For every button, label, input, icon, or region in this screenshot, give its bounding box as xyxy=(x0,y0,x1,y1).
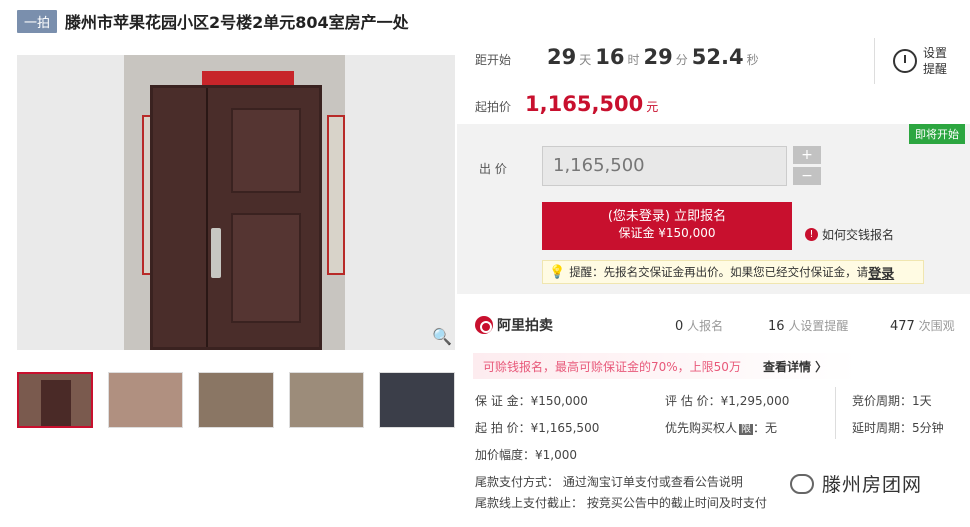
lightbulb-icon: 💡 xyxy=(549,264,566,280)
login-tip-text: 提醒：先报名交保证金再出价。如果您已经交付保证金，请 xyxy=(569,265,869,279)
photo-door-panel-top xyxy=(231,108,301,193)
priority-buyer-info: 优先购买权人限：无 xyxy=(665,419,777,436)
signup-count-label: 人报名 xyxy=(687,318,724,333)
login-tip: 💡 提醒：先报名交保证金再出价。如果您已经交付保证金，请 登录 xyxy=(542,260,924,284)
countdown-label: 距开始 xyxy=(475,53,512,67)
wechat-icon xyxy=(790,473,814,494)
main-photo[interactable]: 🔍 xyxy=(17,55,455,350)
thumbnail-5[interactable] xyxy=(379,372,456,428)
reminder-count-value: 16 xyxy=(768,318,785,334)
ali-auction-logo-text: 阿里拍卖 xyxy=(497,318,553,334)
signup-count: 0 人报名 xyxy=(675,317,723,334)
countdown-seconds: 52.4 xyxy=(691,45,744,69)
status-badge: 即将开始 xyxy=(909,124,965,144)
start-price-unit: 元 xyxy=(646,100,659,114)
restricted-badge: 限 xyxy=(739,424,754,435)
auction-stats: 阿里拍卖 0 人报名 16 人设置提醒 477 次围观 xyxy=(475,312,965,338)
photo-door-panel-bottom xyxy=(231,213,301,323)
thumbnail-strip xyxy=(17,372,456,428)
view-count-value: 477 xyxy=(890,318,915,334)
login-link[interactable]: 登录 xyxy=(868,263,894,282)
increment-info: 加价幅度：¥1,000 xyxy=(475,448,577,462)
start-price-label: 起拍价 xyxy=(475,100,512,114)
bid-panel: 即将开始 出 价 1,165,500 + − (您未登录) 立即报名 保证金 ¥… xyxy=(457,124,970,294)
reminder-count-label: 人设置提醒 xyxy=(788,318,849,333)
photo-door xyxy=(150,85,322,350)
countdown-seconds-unit: 秒 xyxy=(746,53,759,67)
set-reminder-button[interactable]: 设置 提醒 xyxy=(874,38,970,84)
ali-auction-logo: 阿里拍卖 xyxy=(475,315,553,335)
signup-button-label: (您未登录) 立即报名 xyxy=(607,209,727,224)
bid-label: 出 价 xyxy=(479,162,507,176)
signup-button[interactable]: (您未登录) 立即报名 保证金 ¥150,000 xyxy=(542,202,792,250)
photo-door-left-leaf xyxy=(153,88,208,347)
start-price-value: 1,165,500 xyxy=(525,92,644,116)
thumbnail-4[interactable] xyxy=(288,372,365,428)
credit-promo-banner: 可赊钱报名，最高可赊保证金的70%，上限50万 查看详情 〉 xyxy=(473,353,858,379)
start-price-info: 起 拍 价：¥1,165,500 xyxy=(475,421,600,435)
countdown-hours: 16 xyxy=(595,45,625,69)
countdown-minutes-unit: 分 xyxy=(675,53,688,67)
reminder-count: 16 人设置提醒 xyxy=(768,317,848,334)
thumbnail-1[interactable] xyxy=(17,372,93,428)
photo-door-handle xyxy=(211,228,221,278)
bid-increase-button[interactable]: + xyxy=(793,146,821,164)
signup-deposit-label: 保证金 ¥150,000 xyxy=(618,226,716,240)
auction-round-tag: 一拍 xyxy=(17,9,58,33)
bid-decrease-button[interactable]: − xyxy=(793,167,821,185)
countdown: 距开始 29 天 16 时 29 分 52.4 秒 xyxy=(475,45,759,69)
view-count: 477 次围观 xyxy=(890,317,955,334)
zoom-icon[interactable]: 🔍 xyxy=(431,326,453,348)
thumbnail-1-door xyxy=(41,380,71,426)
credit-promo-text: 可赊钱报名，最高可赊保证金的70%，上限50万 xyxy=(483,359,741,374)
bid-amount-input[interactable]: 1,165,500 xyxy=(542,146,787,186)
watermark-text: 滕州房团网 xyxy=(822,474,923,496)
set-reminder-line1: 设置 xyxy=(923,46,948,60)
page-title: 滕州市苹果花园小区2号楼2单元804室房产一处 xyxy=(65,13,409,32)
payment-method-info: 尾款支付方式： 通过淘宝订单支付或查看公告说明 xyxy=(475,475,743,489)
ali-auction-logo-icon xyxy=(475,316,493,334)
extension-cycle-info: 延时周期：5分钟 xyxy=(852,421,944,435)
set-reminder-line2: 提醒 xyxy=(923,62,948,76)
payment-deadline-info: 尾款线上支付截止： 按竞买公告中的截止时间及时支付 xyxy=(475,496,767,510)
bidding-cycle-info: 竞价周期：1天 xyxy=(852,394,932,408)
priority-buyer-label: 优先购买权人 xyxy=(665,421,738,435)
view-details-link[interactable]: 查看详情 〉 xyxy=(763,358,827,375)
thumbnail-3[interactable] xyxy=(198,372,274,428)
set-reminder-label: 设置 提醒 xyxy=(923,45,947,77)
how-to-pay-label: 如何交钱报名 xyxy=(822,228,895,242)
info-icon: ! xyxy=(805,228,818,241)
divider xyxy=(835,387,836,439)
priority-buyer-value: ：无 xyxy=(753,421,778,435)
appraisal-info: 评 估 价：¥1,295,000 xyxy=(665,394,790,408)
watermark: 滕州房团网 xyxy=(790,470,922,497)
countdown-days: 29 xyxy=(547,45,577,69)
countdown-hours-unit: 时 xyxy=(627,53,640,67)
signup-count-value: 0 xyxy=(675,318,684,334)
how-to-pay-link[interactable]: ! 如何交钱报名 xyxy=(805,226,894,243)
countdown-days-unit: 天 xyxy=(579,53,592,67)
title-row: 一拍 滕州市苹果花园小区2号楼2单元804室房产一处 xyxy=(17,8,409,34)
deposit-info: 保 证 金：¥150,000 xyxy=(475,394,588,408)
view-count-label: 次围观 xyxy=(918,318,955,333)
thumbnail-2[interactable] xyxy=(107,372,184,428)
countdown-minutes: 29 xyxy=(643,45,673,69)
alarm-clock-icon xyxy=(893,49,917,73)
start-price-row: 起拍价 1,165,500 元 xyxy=(475,92,658,116)
photo-couplet-right xyxy=(327,115,345,275)
